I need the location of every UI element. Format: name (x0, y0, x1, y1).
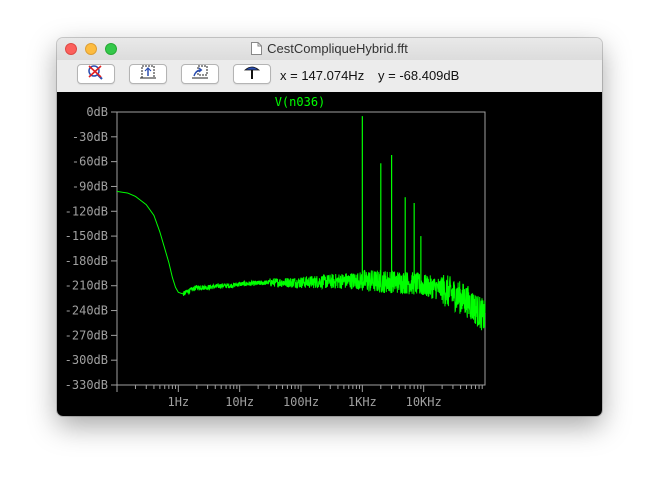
zoom-back-button[interactable] (181, 64, 219, 84)
title-bar[interactable]: CestCompliqueHybrid.fft (57, 38, 602, 60)
x-tick-label: 1Hz (167, 395, 189, 409)
document-icon (251, 42, 263, 58)
plot-area[interactable]: V(n036) 0dB -30dB -60dB -90dB -120dB -150dB -1… (57, 92, 602, 416)
x-tick-label: 10KHz (406, 395, 442, 409)
plot-frame (116, 111, 486, 386)
y-tick-label: -90dB (72, 179, 108, 193)
y-tick-label: -180dB (65, 254, 108, 268)
y-tick-label: -240dB (65, 304, 108, 318)
cursor-x-readout: x = 147.074Hz (280, 68, 365, 83)
y-tick-label: -60dB (72, 155, 108, 169)
window-title: CestCompliqueHybrid.fft (267, 41, 408, 56)
x-tick-label: 1KHz (348, 395, 377, 409)
zoom-full-icon (139, 64, 157, 85)
y-tick-label: -330dB (65, 378, 108, 392)
x-tick-label: 10Hz (225, 395, 254, 409)
y-tick-label: -210dB (65, 279, 108, 293)
chart-title: V(n036) (275, 95, 326, 109)
zoom-full-button[interactable] (129, 64, 167, 84)
fft-chart[interactable]: V(n036) 0dB -30dB -60dB -90dB -120dB -150dB -1… (57, 92, 602, 416)
pan-icon (243, 64, 261, 85)
y-tick-label: -270dB (65, 328, 108, 342)
x-tick-label: 100Hz (283, 395, 319, 409)
trace-v-n036 (116, 190, 486, 331)
cursor-y-readout: y = -68.409dB (378, 68, 460, 83)
zoom-cancel-icon (87, 64, 105, 85)
y-tick-label: -150dB (65, 229, 108, 243)
pan-button[interactable] (233, 64, 271, 84)
window-title-wrap: CestCompliqueHybrid.fft (57, 41, 602, 58)
fft-window: CestCompliqueHybrid.fft x = 147.074Hz y … (57, 38, 602, 416)
y-tick-label: -30dB (72, 130, 108, 144)
zoom-cancel-button[interactable] (77, 64, 115, 84)
y-tick-label: -300dB (65, 353, 108, 367)
y-tick-label: -120dB (65, 204, 108, 218)
y-tick-label: 0dB (86, 105, 108, 119)
toolbar: x = 147.074Hz y = -68.409dB (57, 60, 602, 93)
zoom-back-icon (191, 64, 209, 85)
